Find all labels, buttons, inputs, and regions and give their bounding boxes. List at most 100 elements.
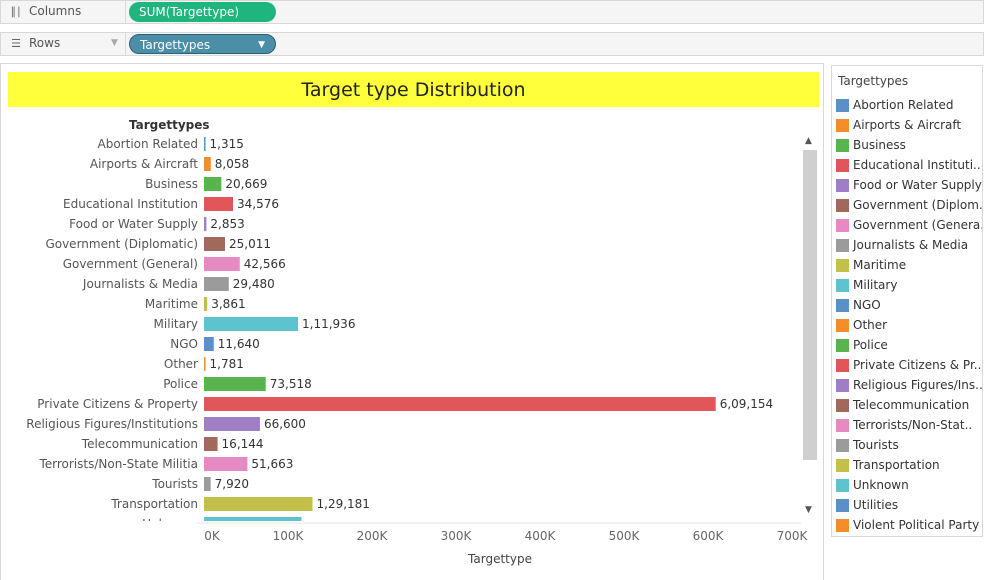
bar xyxy=(204,377,266,391)
legend-item[interactable]: Food or Water Supply xyxy=(836,176,982,196)
data-label: 42,566 xyxy=(244,257,286,271)
bar xyxy=(204,137,206,151)
legend-item[interactable]: Educational Instituti.. xyxy=(836,156,982,176)
legend-swatch xyxy=(836,479,849,492)
legend-swatch xyxy=(836,239,849,252)
columns-icon: ∥∣ xyxy=(10,5,22,18)
x-tick-label: 0K xyxy=(204,529,221,543)
rows-icon: ☰ xyxy=(11,37,21,50)
legend-swatch xyxy=(836,399,849,412)
legend-item[interactable]: Transportation xyxy=(836,456,982,476)
category-label: Unknown xyxy=(142,517,198,531)
category-label: Other xyxy=(164,357,198,371)
legend-swatch xyxy=(836,379,849,392)
category-label: Educational Institution xyxy=(63,197,198,211)
legend-label: Religious Figures/Ins.. xyxy=(853,378,982,392)
bar xyxy=(204,477,211,491)
data-label: 20,669 xyxy=(225,177,267,191)
category-label: Religious Figures/Institutions xyxy=(26,417,198,431)
legend-item[interactable]: Violent Political Party xyxy=(836,516,982,536)
data-label: 66,600 xyxy=(264,417,306,431)
bar xyxy=(204,397,716,411)
category-label: Military xyxy=(154,317,198,331)
bar xyxy=(204,277,229,291)
chart-view: Target type Distribution Targettypes Abo… xyxy=(0,63,824,580)
bar xyxy=(204,257,240,271)
legend-item[interactable]: Private Citizens & Pr.. xyxy=(836,356,982,376)
legend-item[interactable]: Utilities xyxy=(836,496,982,516)
columns-shelf[interactable]: ∥∣ Columns SUM(Targettype) xyxy=(0,0,984,24)
legend-item[interactable]: Journalists & Media xyxy=(836,236,982,256)
legend-item[interactable]: Military xyxy=(836,276,982,296)
data-label: 8,058 xyxy=(215,157,249,171)
columns-pill[interactable]: SUM(Targettype) xyxy=(129,2,276,22)
scrollbar-thumb[interactable] xyxy=(803,150,817,460)
legend-label: Business xyxy=(853,138,906,152)
rows-shelf[interactable]: ☰ Rows ▼ Targettypes ▼ xyxy=(0,32,984,56)
legend-label: Unknown xyxy=(853,478,909,492)
data-label: 29,480 xyxy=(233,277,275,291)
category-label: Food or Water Supply xyxy=(69,217,198,231)
vertical-scrollbar[interactable]: ▲ ▼ xyxy=(802,132,819,522)
legend-item[interactable]: Business xyxy=(836,136,982,156)
legend-item[interactable]: Abortion Related xyxy=(836,96,982,116)
data-label: 25,011 xyxy=(229,237,271,251)
legend-swatch xyxy=(836,259,849,272)
legend-item[interactable]: Maritime xyxy=(836,256,982,276)
x-tick-label: 100K xyxy=(273,529,305,543)
legend-item[interactable]: Tourists xyxy=(836,436,982,456)
x-tick-label: 500K xyxy=(609,529,641,543)
data-label: 73,518 xyxy=(270,377,312,391)
legend-item[interactable]: NGO xyxy=(836,296,982,316)
legend-swatch xyxy=(836,439,849,452)
legend-item[interactable]: Government (Genera.. xyxy=(836,216,982,236)
legend-swatch xyxy=(836,219,849,232)
legend-label: Government (Diplom.. xyxy=(853,198,982,212)
legend-swatch xyxy=(836,199,849,212)
legend-swatch xyxy=(836,179,849,192)
rows-pill[interactable]: Targettypes ▼ xyxy=(129,34,276,54)
legend-swatch xyxy=(836,339,849,352)
legend-label: Other xyxy=(853,318,888,332)
legend-item[interactable]: Other xyxy=(836,316,982,336)
bar-chart: Abortion Related 1,315 Airports & Aircraft… xyxy=(26,137,809,566)
legend-item[interactable]: Police xyxy=(836,336,982,356)
category-label: Telecommunication xyxy=(81,437,198,451)
legend-item[interactable]: Religious Figures/Ins.. xyxy=(836,376,982,396)
category-label: Government (Diplomatic) xyxy=(45,237,198,251)
legend-item[interactable]: Terrorists/Non-Stat.. xyxy=(836,416,982,436)
rows-shelf-dropdown-icon[interactable]: ▼ xyxy=(111,38,118,48)
legend-label: Utilities xyxy=(853,498,899,512)
legend-item[interactable]: Government (Diplom.. xyxy=(836,196,982,216)
legend-item[interactable]: Unknown xyxy=(836,476,982,496)
bar xyxy=(204,417,260,431)
category-label: Journalists & Media xyxy=(82,277,198,291)
scroll-down-icon[interactable]: ▼ xyxy=(805,505,812,515)
legend-label: Food or Water Supply xyxy=(853,178,982,192)
legend-label: Violent Political Party xyxy=(853,518,980,532)
bar xyxy=(204,197,234,211)
legend-label: Educational Instituti.. xyxy=(853,158,981,172)
category-label: Government (General) xyxy=(63,257,198,271)
legend-label: Journalists & Media xyxy=(853,238,969,252)
rows-pill-dropdown-icon[interactable]: ▼ xyxy=(258,35,265,55)
category-label: Abortion Related xyxy=(98,137,198,151)
legend-swatch xyxy=(836,139,849,152)
legend-swatch xyxy=(836,499,849,512)
x-tick-label: 700K xyxy=(777,529,809,543)
data-label: 1,781 xyxy=(210,357,244,371)
x-tick-label: 400K xyxy=(525,529,557,543)
legend-title: Targettypes xyxy=(838,74,909,88)
category-label: Maritime xyxy=(145,297,198,311)
scroll-up-icon[interactable]: ▲ xyxy=(805,136,812,146)
legend-label: Tourists xyxy=(853,438,899,452)
data-label: 16,144 xyxy=(222,437,264,451)
legend-swatch xyxy=(836,99,849,112)
category-label: Business xyxy=(145,177,198,191)
legend-item[interactable]: Airports & Aircraft xyxy=(836,116,982,136)
legend-swatch xyxy=(836,359,849,372)
legend-item[interactable]: Telecommunication xyxy=(836,396,982,416)
bar xyxy=(204,317,299,331)
bar xyxy=(204,457,248,471)
color-legend: Targettypes Abortion Related Airports & A… xyxy=(831,65,983,537)
